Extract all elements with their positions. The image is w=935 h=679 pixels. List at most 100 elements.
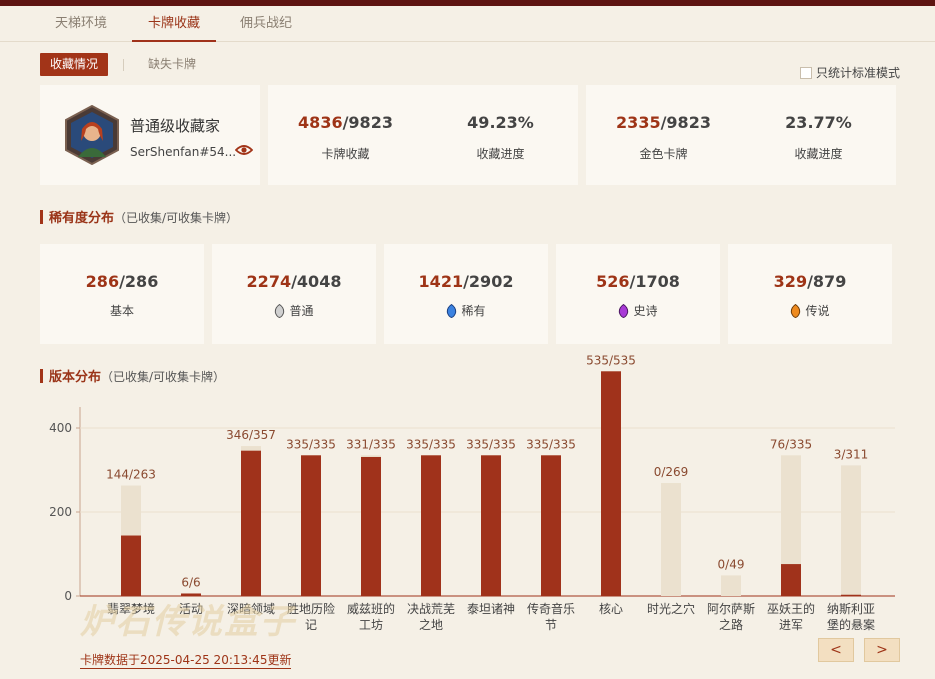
x-tick-label: 阿尔萨斯 <box>707 601 755 616</box>
rarity-label: 稀有 <box>461 304 486 318</box>
data-label: 3/311 <box>834 447 869 461</box>
bar-total <box>661 483 681 596</box>
watermark-logo: 炉石传说盒子 <box>80 602 296 642</box>
profile-card: 普通级收藏家 SerShenfan#54... <box>40 85 260 185</box>
golden-cards-label: 金色卡牌 <box>639 147 688 161</box>
data-label: 76/335 <box>770 437 812 451</box>
data-label: 535/535 <box>586 355 636 367</box>
tab-ladder[interactable]: 天梯环境 <box>40 6 122 42</box>
collection-progress-label: 收藏进度 <box>476 147 525 161</box>
data-label: 335/335 <box>526 437 576 451</box>
x-tick-label: 进军 <box>779 618 803 632</box>
common-gem-icon <box>275 303 285 318</box>
rarity-label: 基本 <box>109 304 134 318</box>
data-label: 6/6 <box>181 575 200 589</box>
prev-page-button[interactable]: < <box>818 638 854 662</box>
rarity-label: 传说 <box>805 304 830 318</box>
data-label: 144/263 <box>106 468 156 482</box>
x-tick-label: 记 <box>305 618 317 632</box>
rarity-card-legendary: 329/879 传说 <box>728 244 892 344</box>
subtab-collection-status[interactable]: 收藏情况 <box>40 53 109 76</box>
bar-collected <box>601 371 621 596</box>
rarity-total: /2902 <box>463 272 514 291</box>
cards-total-count: /9823 <box>342 113 393 132</box>
bar-total <box>721 575 741 596</box>
bar-collected <box>121 535 141 596</box>
bar-collected <box>421 455 441 596</box>
standard-only-label: 只统计标准模式 <box>816 66 901 80</box>
card-collection-summary: 4836/9823 卡牌收藏 49.23% 收藏进度 <box>268 85 578 185</box>
cards-collected-count: 4836 <box>298 113 343 132</box>
rarity-card-common: 2274/4048 普通 <box>212 244 376 344</box>
golden-total-count: /9823 <box>660 113 711 132</box>
x-tick-label: 核心 <box>599 602 623 616</box>
x-tick-label: 纳斯利亚 <box>827 602 875 616</box>
legendary-gem-icon <box>791 303 801 318</box>
rarity-collected: 526 <box>596 272 630 291</box>
data-label: 346/357 <box>226 428 276 442</box>
next-page-button[interactable]: > <box>864 638 900 662</box>
x-tick-label: 时光之穴 <box>647 601 695 616</box>
rarity-total: /4048 <box>291 272 342 291</box>
section-marker <box>40 210 43 224</box>
standard-only-toggle[interactable]: 只统计标准模式 <box>800 64 900 81</box>
rarity-card-rare: 1421/2902 稀有 <box>384 244 548 344</box>
rarity-label: 普通 <box>289 304 314 318</box>
rarity-total: /1708 <box>629 272 680 291</box>
x-tick-label: 之路 <box>719 617 743 632</box>
bar-collected <box>841 594 861 596</box>
rarity-collected: 1421 <box>418 272 464 291</box>
x-tick-label: 巫妖王的 <box>767 601 815 616</box>
rarity-collected: 329 <box>773 272 808 291</box>
x-tick-label: 工坊 <box>359 617 383 632</box>
golden-collected-count: 2335 <box>616 113 661 132</box>
data-label: 335/335 <box>466 437 516 451</box>
x-tick-label: 传奇音乐 <box>527 601 575 616</box>
epic-gem-icon <box>619 303 629 318</box>
data-label: 0/49 <box>718 557 745 571</box>
avatar[interactable] <box>62 105 122 165</box>
y-tick-label: 400 <box>49 421 72 435</box>
x-tick-label: 堡的悬案 <box>827 617 875 632</box>
rarity-label: 史诗 <box>633 304 658 318</box>
tab-mercenaries[interactable]: 佣兵战纪 <box>228 6 304 42</box>
data-label: 335/335 <box>406 437 456 451</box>
data-label: 0/269 <box>654 465 689 479</box>
update-timestamp: 卡牌数据于2025-04-25 20:13:45更新 <box>80 653 292 669</box>
x-tick-label: 决战荒芜 <box>407 602 455 616</box>
rarity-title: 稀有度分布 <box>49 211 115 226</box>
bar-collected <box>541 455 561 596</box>
x-tick-label: 之地 <box>419 618 443 632</box>
bar-collected <box>481 455 501 596</box>
subtab-divider <box>123 59 124 71</box>
cards-collected-label: 卡牌收藏 <box>321 147 370 161</box>
rarity-collected: 2274 <box>246 272 292 291</box>
golden-progress-value: 23.77% <box>785 113 852 132</box>
golden-progress-label: 收藏进度 <box>794 147 843 161</box>
rare-gem-icon <box>447 303 457 318</box>
main-tabs: 天梯环境 卡牌收藏 佣兵战纪 <box>0 6 935 42</box>
standard-only-checkbox[interactable] <box>800 66 812 79</box>
eye-icon[interactable] <box>235 143 253 157</box>
data-label: 335/335 <box>286 437 336 451</box>
rarity-card-epic: 526/1708 史诗 <box>556 244 720 344</box>
bar-total <box>841 465 861 596</box>
collector-title: 普通级收藏家 <box>130 117 221 135</box>
tab-collection[interactable]: 卡牌收藏 <box>132 6 216 42</box>
y-tick-label: 200 <box>49 505 72 519</box>
battletag: SerShenfan#54... <box>130 145 237 159</box>
rarity-collected: 286 <box>85 272 120 291</box>
x-tick-label: 节 <box>545 618 557 632</box>
bar-collected <box>361 456 381 596</box>
rarity-subtitle: （已收集/可收集卡牌） <box>114 211 239 225</box>
rarity-card-basic: 286/286 基本 <box>40 244 204 344</box>
rarity-total: /286 <box>119 272 159 291</box>
rarity-section-title: 稀有度分布（已收集/可收集卡牌） <box>40 207 238 226</box>
subtab-missing-cards[interactable]: 缺失卡牌 <box>148 53 196 76</box>
card-golden-summary: 2335/9823 金色卡牌 23.77% 收藏进度 <box>586 85 896 185</box>
collection-progress-value: 49.23% <box>467 113 534 132</box>
x-tick-label: 泰坦诸神 <box>467 602 515 616</box>
y-tick-label: 0 <box>64 589 72 603</box>
bar-collected <box>301 455 321 596</box>
bar-collected <box>781 564 801 596</box>
